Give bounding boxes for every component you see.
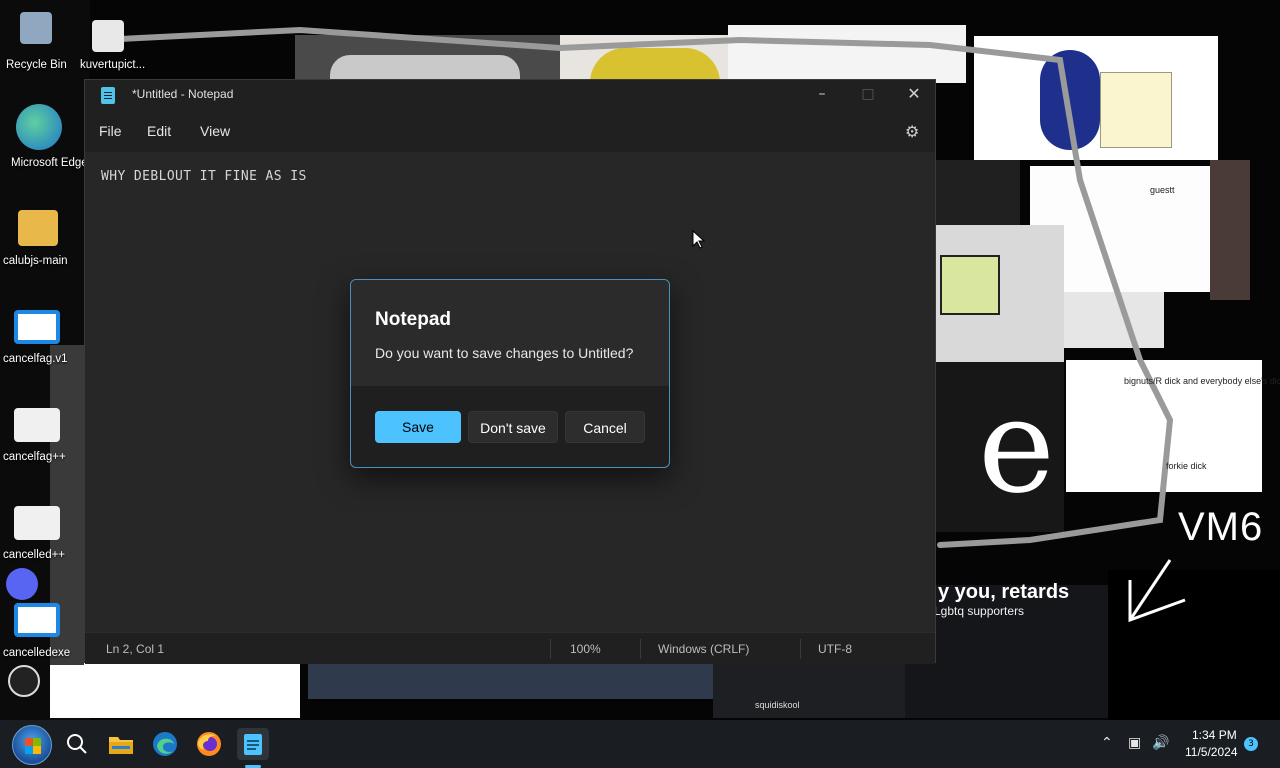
application-icon[interactable]	[14, 310, 60, 344]
image-file-icon[interactable]	[92, 20, 124, 52]
search-button[interactable]	[61, 728, 93, 760]
status-zoom: 100%	[570, 642, 601, 656]
desktop-icon-label[interactable]: calubjs-main	[3, 255, 68, 267]
firefox-icon	[197, 732, 221, 756]
window-title: *Untitled - Notepad	[132, 87, 234, 101]
close-button[interactable]: ✕	[891, 80, 937, 110]
taskbar: ⌃ ▣ 🔊 1:34 PM 11/5/2024 3	[0, 720, 1280, 768]
discord-icon[interactable]	[6, 568, 38, 600]
dialog-content: Notepad Do you want to save changes to U…	[351, 280, 669, 386]
save-button[interactable]: Save	[375, 411, 461, 443]
minimize-icon: –	[818, 86, 826, 102]
wallpaper-meme-title: y you, retards	[938, 581, 1070, 603]
editor-content[interactable]: WHY DEBLOUT IT FINE AS IS	[101, 169, 307, 184]
status-cursor-position: Ln 2, Col 1	[106, 642, 165, 656]
wallpaper-vm-label: VM6	[1178, 505, 1264, 549]
wallpaper-note-a: bignuts/R dick and everybody else's dick	[1124, 376, 1280, 386]
firefox-button[interactable]	[193, 728, 225, 760]
maximize-icon: □	[861, 86, 875, 102]
dont-save-button[interactable]: Don't save	[468, 411, 558, 443]
status-divider	[640, 639, 641, 659]
clock-date[interactable]: 11/5/2024	[1185, 745, 1238, 759]
desktop-icon-label[interactable]: Recycle Bin	[6, 59, 67, 71]
close-icon: ✕	[907, 84, 921, 103]
notification-badge[interactable]: 3	[1244, 737, 1258, 751]
dialog-message: Do you want to save changes to Untitled?	[375, 345, 634, 361]
network-icon: ▣	[1128, 735, 1142, 751]
gear-icon: ⚙	[905, 122, 920, 141]
status-bar: Ln 2, Col 1 100% Windows (CRLF) UTF-8	[85, 632, 935, 664]
menu-view[interactable]: View	[200, 123, 230, 139]
volume-button[interactable]: 🔊	[1152, 735, 1169, 751]
maximize-button[interactable]: □	[845, 80, 891, 110]
recycle-bin-icon[interactable]	[20, 12, 52, 44]
mouse-cursor-icon	[692, 230, 706, 249]
status-line-ending: Windows (CRLF)	[658, 642, 750, 656]
status-encoding: UTF-8	[818, 642, 852, 656]
gear-file-icon[interactable]	[14, 408, 60, 442]
folder-icon[interactable]	[18, 210, 58, 246]
file-explorer-icon	[109, 737, 133, 754]
edge-icon	[153, 732, 177, 756]
menu-file[interactable]: File	[99, 123, 122, 139]
desktop-icon-label[interactable]: cancelledexe	[3, 647, 70, 659]
volume-icon: 🔊	[1152, 735, 1170, 751]
wallpaper-letter: e	[978, 370, 1055, 522]
desktop-icon-label[interactable]: cancelfag++	[3, 451, 66, 463]
clock-time[interactable]: 1:34 PM	[1192, 728, 1237, 742]
title-bar[interactable]: *Untitled - Notepad – □ ✕	[85, 80, 935, 110]
menu-edit[interactable]: Edit	[147, 123, 171, 139]
status-divider	[800, 639, 801, 659]
dialog-title: Notepad	[375, 309, 451, 330]
minimize-button[interactable]: –	[799, 80, 845, 110]
show-hidden-icons-button[interactable]: ⌃	[1101, 735, 1113, 751]
menu-bar: File Edit View ⚙	[85, 110, 935, 152]
cancel-button[interactable]: Cancel	[565, 411, 645, 443]
desktop-icon-label[interactable]: kuvertupict...	[80, 59, 145, 71]
wallpaper-fox: guestt	[1150, 185, 1175, 195]
file-explorer-button[interactable]	[105, 728, 137, 760]
status-divider	[550, 639, 551, 659]
gear-file-icon[interactable]	[14, 506, 60, 540]
search-icon	[67, 734, 87, 754]
wallpaper-squid: squidiskool	[755, 700, 800, 710]
notepad-icon	[244, 734, 262, 755]
notepad-taskbar-button[interactable]	[237, 728, 269, 760]
network-button[interactable]: ▣	[1128, 735, 1141, 751]
settings-button[interactable]: ⚙	[905, 122, 919, 141]
chevron-up-icon: ⌃	[1101, 735, 1113, 751]
edge-icon[interactable]	[16, 104, 62, 150]
start-orb-icon[interactable]	[12, 725, 52, 765]
application-icon[interactable]	[14, 603, 60, 637]
wallpaper-meme-sub: Lgbtq supporters	[934, 604, 1025, 618]
notepad-icon	[101, 87, 115, 104]
ubisoft-icon[interactable]	[8, 665, 40, 697]
save-changes-dialog: Notepad Do you want to save changes to U…	[350, 279, 670, 468]
desktop-icon-label[interactable]: cancelled++	[3, 549, 65, 561]
edge-button[interactable]	[149, 728, 181, 760]
desktop-icon-label[interactable]: cancelfag.v1	[3, 353, 68, 365]
wallpaper-note-b: forkie dick	[1166, 461, 1207, 471]
desktop-icon-label[interactable]: Microsoft Edge	[11, 157, 88, 169]
